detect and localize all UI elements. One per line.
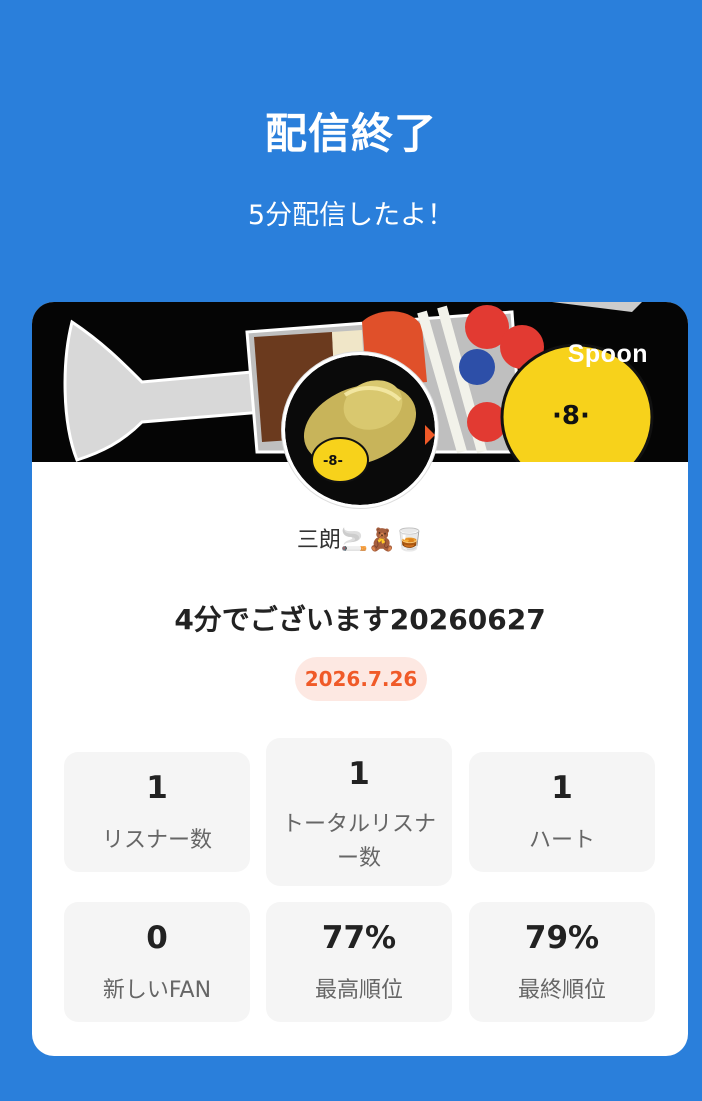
avatar: -8- <box>282 352 438 508</box>
stat-hearts: 1 ハート <box>469 752 655 872</box>
stat-total-listeners: 1 トータルリスナー数 <box>266 738 452 886</box>
stat-label: 最終順位 <box>517 978 606 1003</box>
stat-value: 77% <box>321 920 397 956</box>
username: 三朗🚬🧸🥃 <box>296 528 424 553</box>
stat-value: 1 <box>551 770 573 806</box>
stat-label: ハート <box>528 828 595 853</box>
page-title: 配信終了 <box>264 109 437 158</box>
stat-label: 新しいFAN <box>102 978 212 1003</box>
date-badge: 2026.7.26 <box>295 657 427 701</box>
broadcast-title: 4分でございます20260627 <box>174 603 546 636</box>
stat-listeners: 1 リスナー数 <box>64 752 250 872</box>
svg-text:-8-: -8- <box>323 454 343 469</box>
broadcast-summary-card: ·8· Spoon -8- 三朗🚬🧸🥃 4分でございます20260627 202… <box>32 302 688 1056</box>
stat-value: 0 <box>146 920 168 956</box>
stat-label: リスナー数 <box>101 828 212 853</box>
stat-new-fans: 0 新しいFAN <box>64 902 250 1022</box>
stat-final-rank: 79% 最終順位 <box>469 902 655 1022</box>
stat-value: 79% <box>524 920 600 956</box>
spoon-logo: Spoon <box>567 340 648 368</box>
avatar-image: -8- <box>285 355 435 505</box>
stat-value: 1 <box>146 770 168 806</box>
stat-label: 最高順位 <box>314 978 403 1003</box>
svg-text:·8·: ·8· <box>552 401 590 431</box>
stat-label: トータルリスナー数 <box>281 812 436 871</box>
stat-value: 1 <box>348 756 370 792</box>
stat-highest-rank: 77% 最高順位 <box>266 902 452 1022</box>
page-subtitle: 5分配信したよ！ <box>247 200 455 231</box>
